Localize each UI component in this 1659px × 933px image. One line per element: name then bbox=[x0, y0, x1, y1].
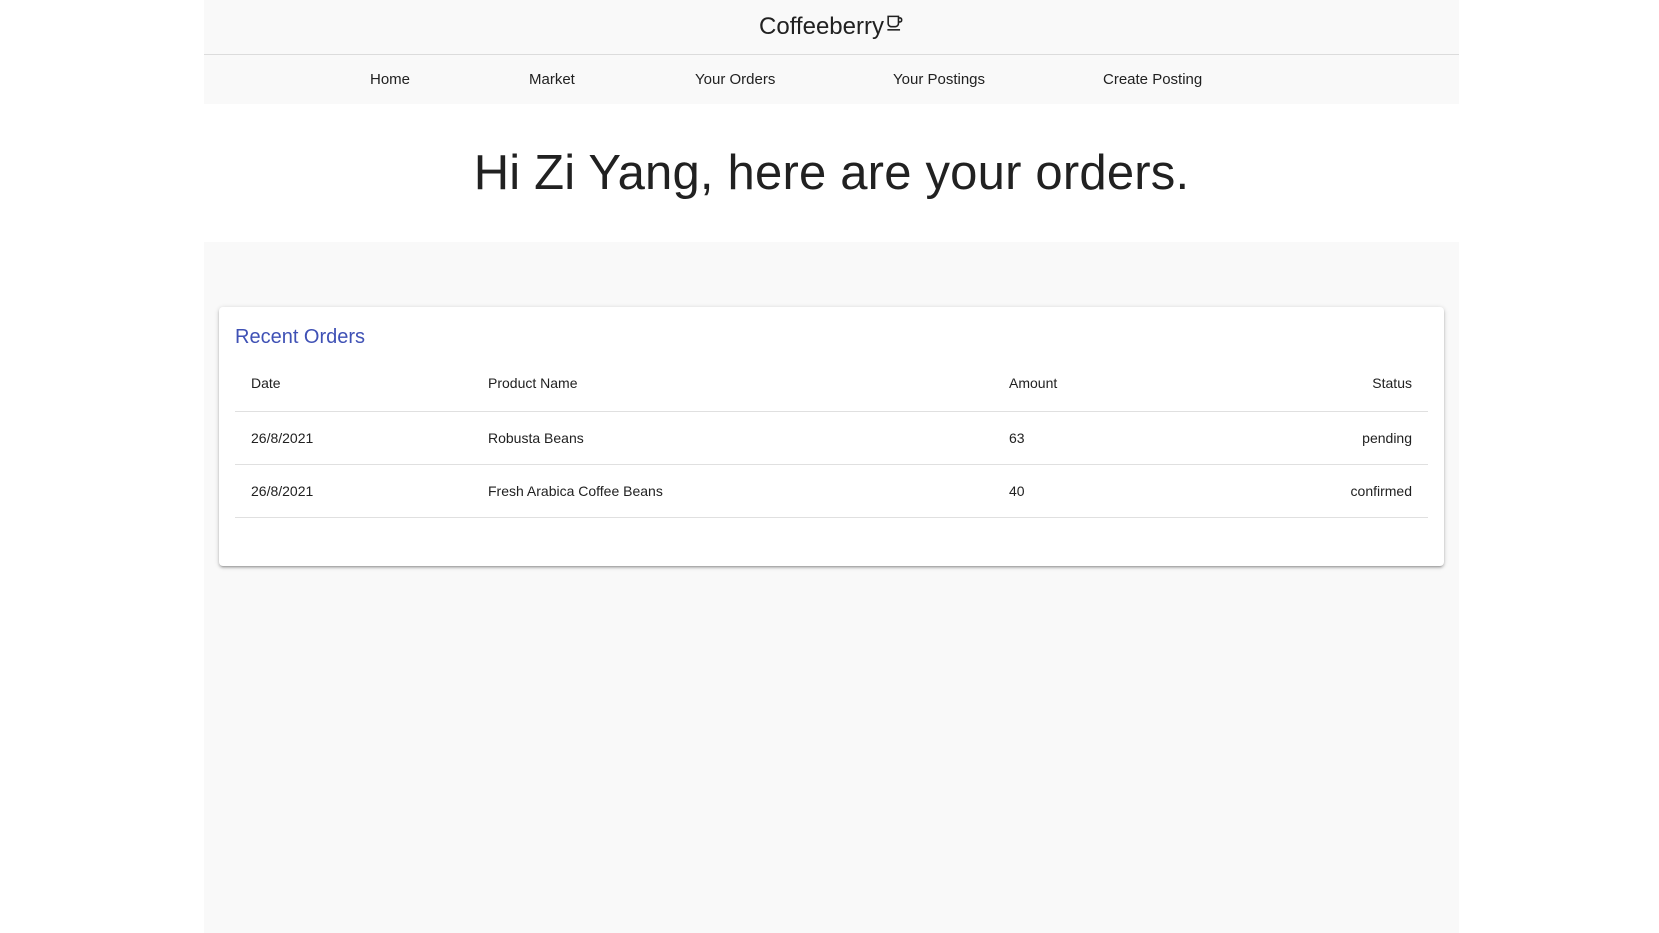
main-nav: Home Market Your Orders Your Postings Cr… bbox=[204, 55, 1459, 104]
table-row: 26/8/2021 Robusta Beans 63 pending bbox=[235, 411, 1428, 465]
recent-orders-title[interactable]: Recent Orders bbox=[235, 323, 1428, 351]
brand-name: Coffeeberry bbox=[759, 13, 884, 40]
page-title: Hi Zi Yang, here are your orders. bbox=[473, 146, 1190, 200]
order-amount: 63 bbox=[993, 411, 1243, 465]
orders-table: Date Product Name Amount Status 26/8/202… bbox=[235, 356, 1428, 518]
order-product-name: Robusta Beans bbox=[472, 411, 993, 465]
nav-item-your-postings[interactable]: Your Postings bbox=[893, 55, 985, 104]
order-date: 26/8/2021 bbox=[235, 464, 472, 518]
order-date: 26/8/2021 bbox=[235, 411, 472, 465]
brand-logo[interactable]: Coffeeberry bbox=[759, 13, 904, 41]
nav-item-market[interactable]: Market bbox=[529, 55, 575, 104]
order-status: pending bbox=[1243, 411, 1428, 465]
column-header-status: Status bbox=[1243, 356, 1428, 412]
brand-bar: Coffeeberry bbox=[204, 0, 1459, 55]
table-row: 26/8/2021 Fresh Arabica Coffee Beans 40 … bbox=[235, 464, 1428, 518]
column-header-product-name: Product Name bbox=[472, 356, 993, 412]
nav-item-create-posting[interactable]: Create Posting bbox=[1103, 55, 1202, 104]
coffee-cup-icon bbox=[887, 15, 903, 31]
greeting-area: Hi Zi Yang, here are your orders. bbox=[204, 104, 1459, 242]
recent-orders-card: Recent Orders Date Product Name Amount S… bbox=[219, 307, 1444, 566]
order-amount: 40 bbox=[993, 464, 1243, 518]
order-product-name: Fresh Arabica Coffee Beans bbox=[472, 464, 993, 518]
column-header-date: Date bbox=[235, 356, 472, 412]
content-area: Recent Orders Date Product Name Amount S… bbox=[204, 242, 1459, 933]
nav-item-home[interactable]: Home bbox=[370, 55, 410, 104]
order-status: confirmed bbox=[1243, 464, 1428, 518]
nav-item-your-orders[interactable]: Your Orders bbox=[695, 55, 775, 104]
page: Coffeeberry Home Market Your Orders Your… bbox=[204, 0, 1459, 933]
column-header-amount: Amount bbox=[993, 356, 1243, 412]
table-header-row: Date Product Name Amount Status bbox=[235, 356, 1428, 412]
